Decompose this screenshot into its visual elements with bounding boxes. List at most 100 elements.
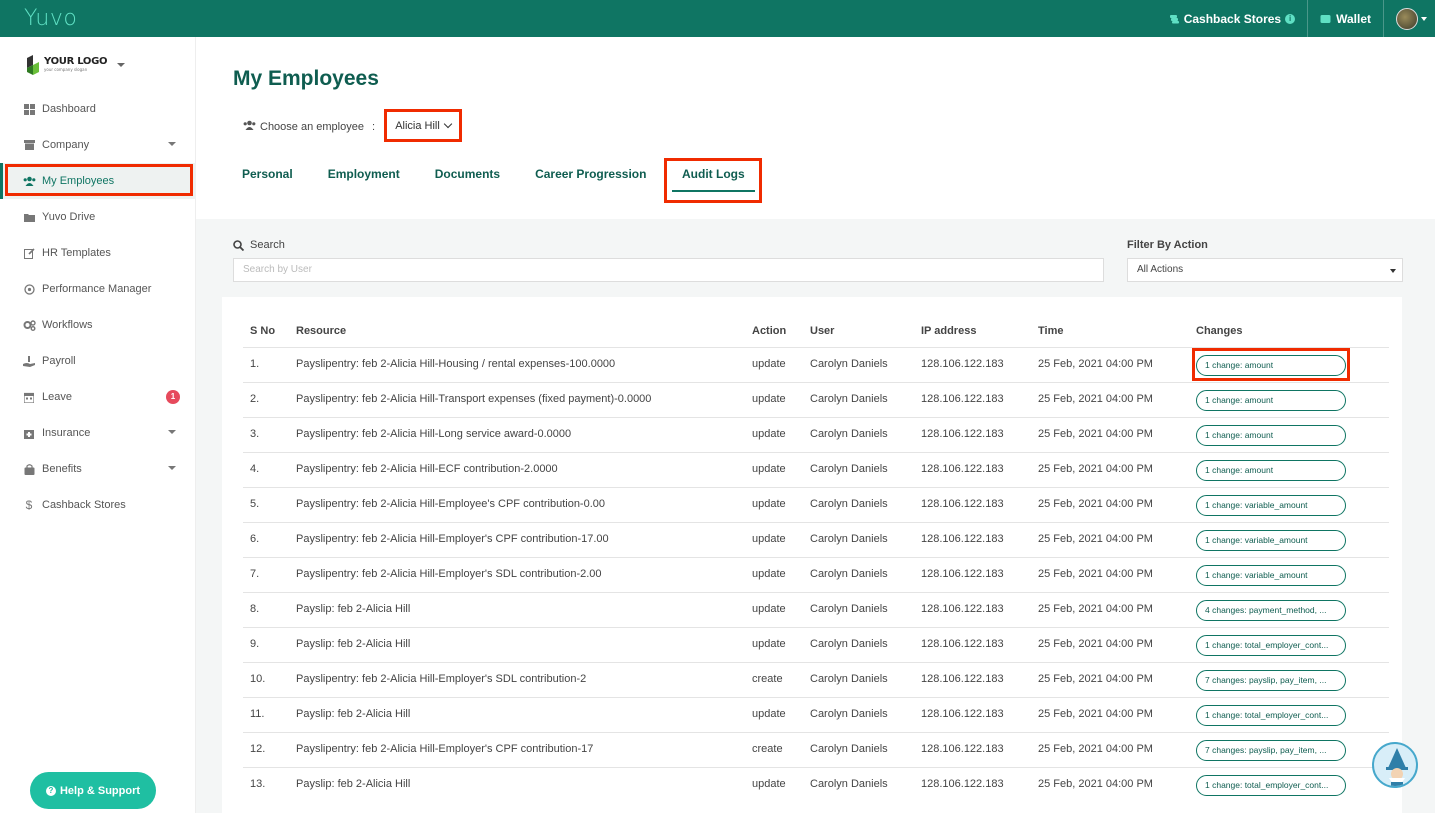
sidebar-item-my-employees[interactable]: My Employees xyxy=(0,163,196,199)
main-content: My Employees Choose an employee : Alicia… xyxy=(196,37,1435,813)
changes-button[interactable]: 1 change: variable_amount xyxy=(1196,565,1346,586)
archive-icon xyxy=(22,140,36,150)
column-header: Changes xyxy=(1196,325,1243,337)
sidebar-item-company[interactable]: Company xyxy=(0,127,196,163)
cell-time: 25 Feb, 2021 04:00 PM xyxy=(1038,533,1153,545)
tab-documents[interactable]: Documents xyxy=(435,167,500,185)
company-logo-switcher[interactable]: YOUR LOGO your company slogan xyxy=(26,53,126,75)
user-menu[interactable] xyxy=(1383,0,1435,37)
cell-resource: Payslipentry: feb 2-Alicia Hill-Transpor… xyxy=(296,393,652,405)
cell-sno: 6. xyxy=(250,533,260,545)
tab-career-progression[interactable]: Career Progression xyxy=(535,167,646,185)
search-input[interactable]: Search by User xyxy=(233,258,1104,282)
cell-ip: 128.106.122.183 xyxy=(921,358,1004,370)
table-row: 9. Payslip: feb 2-Alicia Hill update Caroly… xyxy=(222,627,1402,662)
cell-sno: 2. xyxy=(250,393,260,405)
cell-ip: 128.106.122.183 xyxy=(921,568,1004,580)
changes-button[interactable]: 7 changes: payslip, pay_item, ... xyxy=(1196,670,1346,691)
filter-label: Filter By Action xyxy=(1127,239,1208,251)
active-tab-indicator xyxy=(672,190,755,192)
cell-sno: 7. xyxy=(250,568,260,580)
brand-logo[interactable]: Yuvo xyxy=(24,6,77,31)
sidebar-item-dashboard[interactable]: Dashboard xyxy=(0,91,196,127)
cell-resource: Payslipentry: feb 2-Alicia Hill-Housing … xyxy=(296,358,616,370)
cell-sno: 10. xyxy=(250,673,266,685)
tab-personal[interactable]: Personal xyxy=(242,167,293,185)
table-header: S No Resource Action User IP address Tim… xyxy=(222,325,1402,347)
employee-select-value: Alicia Hill xyxy=(395,119,440,132)
changes-button[interactable]: 1 change: total_employer_cont... xyxy=(1196,775,1346,796)
changes-button[interactable]: 1 change: variable_amount xyxy=(1196,530,1346,551)
help-support-button[interactable]: ? Help & Support xyxy=(30,772,156,809)
cell-time: 25 Feb, 2021 04:00 PM xyxy=(1038,778,1153,790)
cell-user: Carolyn Daniels xyxy=(810,603,888,615)
cell-resource: Payslipentry: feb 2-Alicia Hill-Employer… xyxy=(296,673,587,685)
changes-button[interactable]: 1 change: amount xyxy=(1196,460,1346,481)
cell-action: create xyxy=(752,743,783,755)
column-header: Time xyxy=(1038,325,1064,337)
avatar xyxy=(1396,7,1418,30)
cell-action: update xyxy=(752,533,786,545)
folder-icon xyxy=(22,213,36,222)
employee-select[interactable]: Alicia Hill xyxy=(384,109,462,142)
changes-button[interactable]: 4 changes: payment_method, ... xyxy=(1196,600,1346,621)
sidebar-item-insurance[interactable]: Insurance xyxy=(0,415,196,451)
sidebar-item-label: Cashback Stores xyxy=(42,499,126,511)
page-title: My Employees xyxy=(233,67,379,90)
wallet-link[interactable]: Wallet xyxy=(1307,0,1383,37)
sidebar: YOUR LOGO your company slogan Dashboard … xyxy=(0,37,196,813)
cashback-stores-label: Cashback Stores xyxy=(1183,11,1282,26)
cell-ip: 128.106.122.183 xyxy=(921,638,1004,650)
cell-user: Carolyn Daniels xyxy=(810,393,888,405)
changes-button[interactable]: 1 change: total_employer_cont... xyxy=(1196,705,1346,726)
table-row: 12. Payslipentry: feb 2-Alicia Hill-Emplo… xyxy=(222,732,1402,767)
filter-action-select[interactable]: All Actions xyxy=(1127,258,1403,282)
cell-time: 25 Feb, 2021 04:00 PM xyxy=(1038,743,1153,755)
cell-sno: 9. xyxy=(250,638,260,650)
question-icon: ? xyxy=(45,785,56,796)
cell-action: update xyxy=(752,568,786,580)
cogs-icon xyxy=(22,319,36,331)
sidebar-item-benefits[interactable]: Benefits xyxy=(0,451,196,487)
changes-button[interactable]: 1 change: amount xyxy=(1196,355,1346,376)
changes-button[interactable]: 1 change: total_employer_cont... xyxy=(1196,635,1346,656)
sidebar-item-workflows[interactable]: Workflows xyxy=(0,307,196,343)
coins-icon xyxy=(1169,15,1179,24)
changes-button[interactable]: 1 change: amount xyxy=(1196,425,1346,446)
cell-sno: 8. xyxy=(250,603,260,615)
changes-button[interactable]: 1 change: amount xyxy=(1196,390,1346,411)
changes-button[interactable]: 7 changes: payslip, pay_item, ... xyxy=(1196,740,1346,761)
cell-sno: 4. xyxy=(250,463,260,475)
cell-action: update xyxy=(752,603,786,615)
cell-user: Carolyn Daniels xyxy=(810,638,888,650)
sidebar-item-payroll[interactable]: Payroll xyxy=(0,343,196,379)
cell-time: 25 Feb, 2021 04:00 PM xyxy=(1038,463,1153,475)
table-row: 3. Payslipentry: feb 2-Alicia Hill-Long s… xyxy=(222,417,1402,452)
dollar-icon: $ xyxy=(25,498,33,512)
cell-sno: 13. xyxy=(250,778,266,790)
cashback-stores-link[interactable]: Cashback Stores i xyxy=(1157,0,1307,37)
sidebar-item-label: Leave xyxy=(42,391,72,403)
sidebar-item-cashback-stores[interactable]: $ Cashback Stores xyxy=(0,487,196,523)
help-support-label: Help & Support xyxy=(59,784,141,797)
tab-employment[interactable]: Employment xyxy=(328,167,400,185)
info-icon[interactable]: i xyxy=(1285,13,1296,24)
sidebar-item-label: Dashboard xyxy=(42,103,96,115)
filter-select-value: All Actions xyxy=(1137,264,1184,275)
cell-user: Carolyn Daniels xyxy=(810,498,888,510)
sidebar-item-yuvo-drive[interactable]: Yuvo Drive xyxy=(0,199,196,235)
sidebar-item-performance-manager[interactable]: Performance Manager xyxy=(0,271,196,307)
cell-action: create xyxy=(752,673,783,685)
search-label: Search xyxy=(233,239,285,251)
tab-audit-logs[interactable]: Audit Logs xyxy=(682,167,745,181)
chevron-down-icon xyxy=(443,119,453,129)
sidebar-item-label: Benefits xyxy=(42,463,82,475)
column-header: IP address xyxy=(921,325,977,337)
sidebar-item-hr-templates[interactable]: HR Templates xyxy=(0,235,196,271)
sidebar-item-leave[interactable]: Leave 1 xyxy=(0,379,196,415)
cell-action: update xyxy=(752,778,786,790)
changes-button[interactable]: 1 change: variable_amount xyxy=(1196,495,1346,516)
cell-time: 25 Feb, 2021 04:00 PM xyxy=(1038,498,1153,510)
assistant-bot-button[interactable] xyxy=(1372,742,1418,788)
employee-chooser: Choose an employee : xyxy=(243,120,375,133)
